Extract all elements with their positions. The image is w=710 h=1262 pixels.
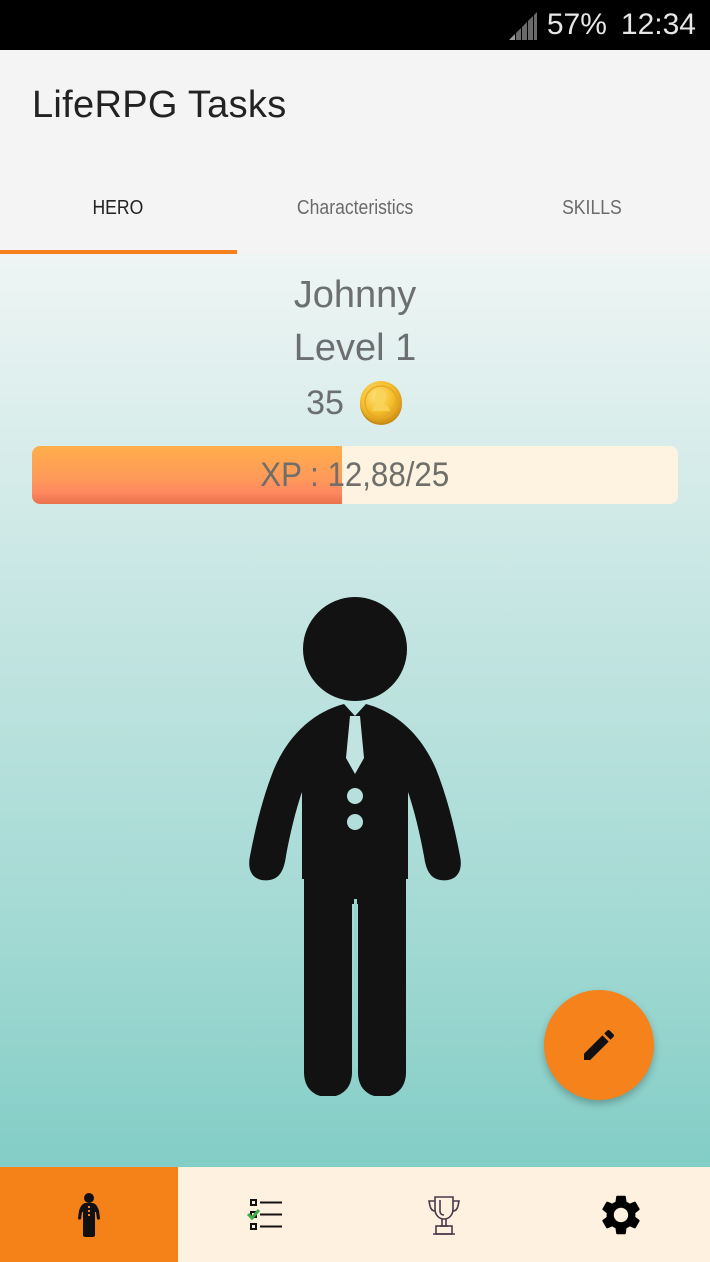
tab-label: Characteristics [296,196,414,219]
settings-gear-icon [602,1195,640,1234]
edit-hero-fab[interactable] [544,990,654,1100]
signal-icon [508,12,537,40]
nav-settings[interactable] [533,1167,710,1262]
tab-hero[interactable]: HERO [0,168,237,254]
xp-progress-bar: XP : 12,88/25 [32,446,678,504]
hero-level: Level 1 [293,327,417,369]
nav-achievements[interactable] [355,1167,533,1262]
app-bar: LifeRPG Tasks HERO Characteristics SKILL… [0,50,710,254]
xp-label-container: XP : 12,88/25 [32,446,678,504]
bottom-navigation [0,1167,710,1262]
app-title: LifeRPG Tasks [32,84,287,126]
tab-skills[interactable]: SKILLS [473,168,710,254]
hero-panel: Johnny Level 1 35 XP : 12,88/25 [0,254,710,1167]
tasks-checklist-icon [247,1198,283,1230]
tab-characteristics[interactable]: Characteristics [237,168,474,254]
status-bar: 57% 12:34 [0,0,710,50]
trophy-icon [427,1195,460,1235]
hero-figure-icon [249,597,461,1096]
gold-amount: 35 [306,383,344,422]
battery-percentage: 57% [546,8,607,41]
nav-tasks[interactable] [178,1167,356,1262]
hero-name: Johnny [293,274,417,316]
tab-label: SKILLS [561,196,622,219]
gold-display: 35 [0,380,710,426]
clock: 12:34 [620,8,696,41]
tab-label: HERO [92,196,144,219]
pencil-icon [584,1029,615,1060]
hero-icon [77,1192,100,1237]
nav-hero[interactable] [0,1167,178,1262]
gold-coin-icon [359,381,402,425]
xp-label: XP : 12,88/25 [260,455,450,494]
tab-bar: HERO Characteristics SKILLS [0,168,710,254]
